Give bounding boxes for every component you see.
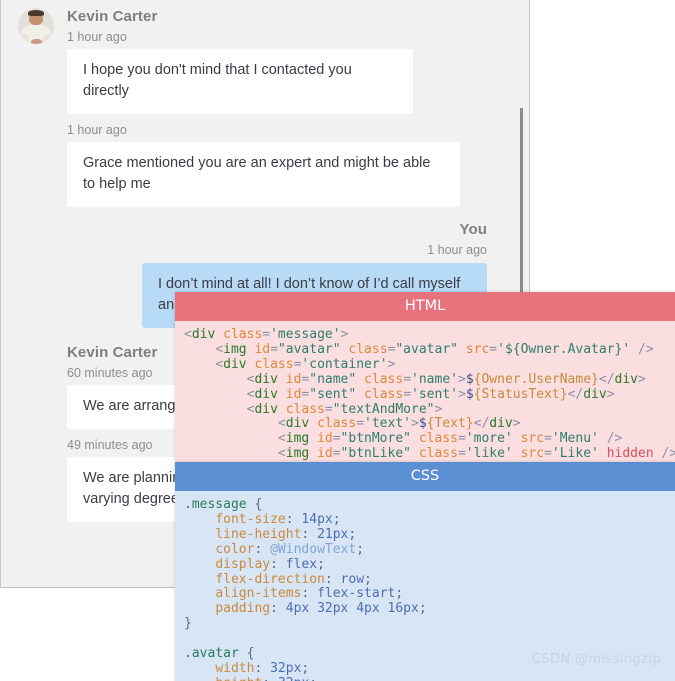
message-timestamp: 1 hour ago xyxy=(427,243,487,257)
avatar-arm-right xyxy=(43,34,52,44)
message-timestamp: 1 hour ago xyxy=(67,123,127,137)
watermark: CSDN @missingzlp xyxy=(531,652,661,667)
avatar-arm-left xyxy=(20,34,29,44)
css-code-panel: CSS .message { font-size: 14px; line-hei… xyxy=(175,462,675,681)
user-avatar-kevin[interactable] xyxy=(18,8,54,44)
sender-name: Kevin Carter xyxy=(67,8,158,25)
css-panel-title: CSS xyxy=(175,462,675,491)
message-bubble[interactable]: Grace mentioned you are an expert and mi… xyxy=(67,142,460,207)
html-code-content[interactable]: <div class='message'> <img id="avatar" c… xyxy=(175,321,675,462)
message-bubble[interactable]: I hope you don't mind that I contacted y… xyxy=(67,49,413,114)
message-group: Kevin Carter 1 hour ago I hope you don't… xyxy=(1,0,529,207)
avatar-hand xyxy=(31,39,42,44)
message-timestamp: 1 hour ago xyxy=(67,30,127,44)
html-panel-title: HTML xyxy=(175,292,675,321)
avatar-hair xyxy=(28,10,44,16)
sender-name: You xyxy=(459,221,487,238)
html-code-panel: HTML <div class='message'> <img id="avat… xyxy=(175,292,675,462)
